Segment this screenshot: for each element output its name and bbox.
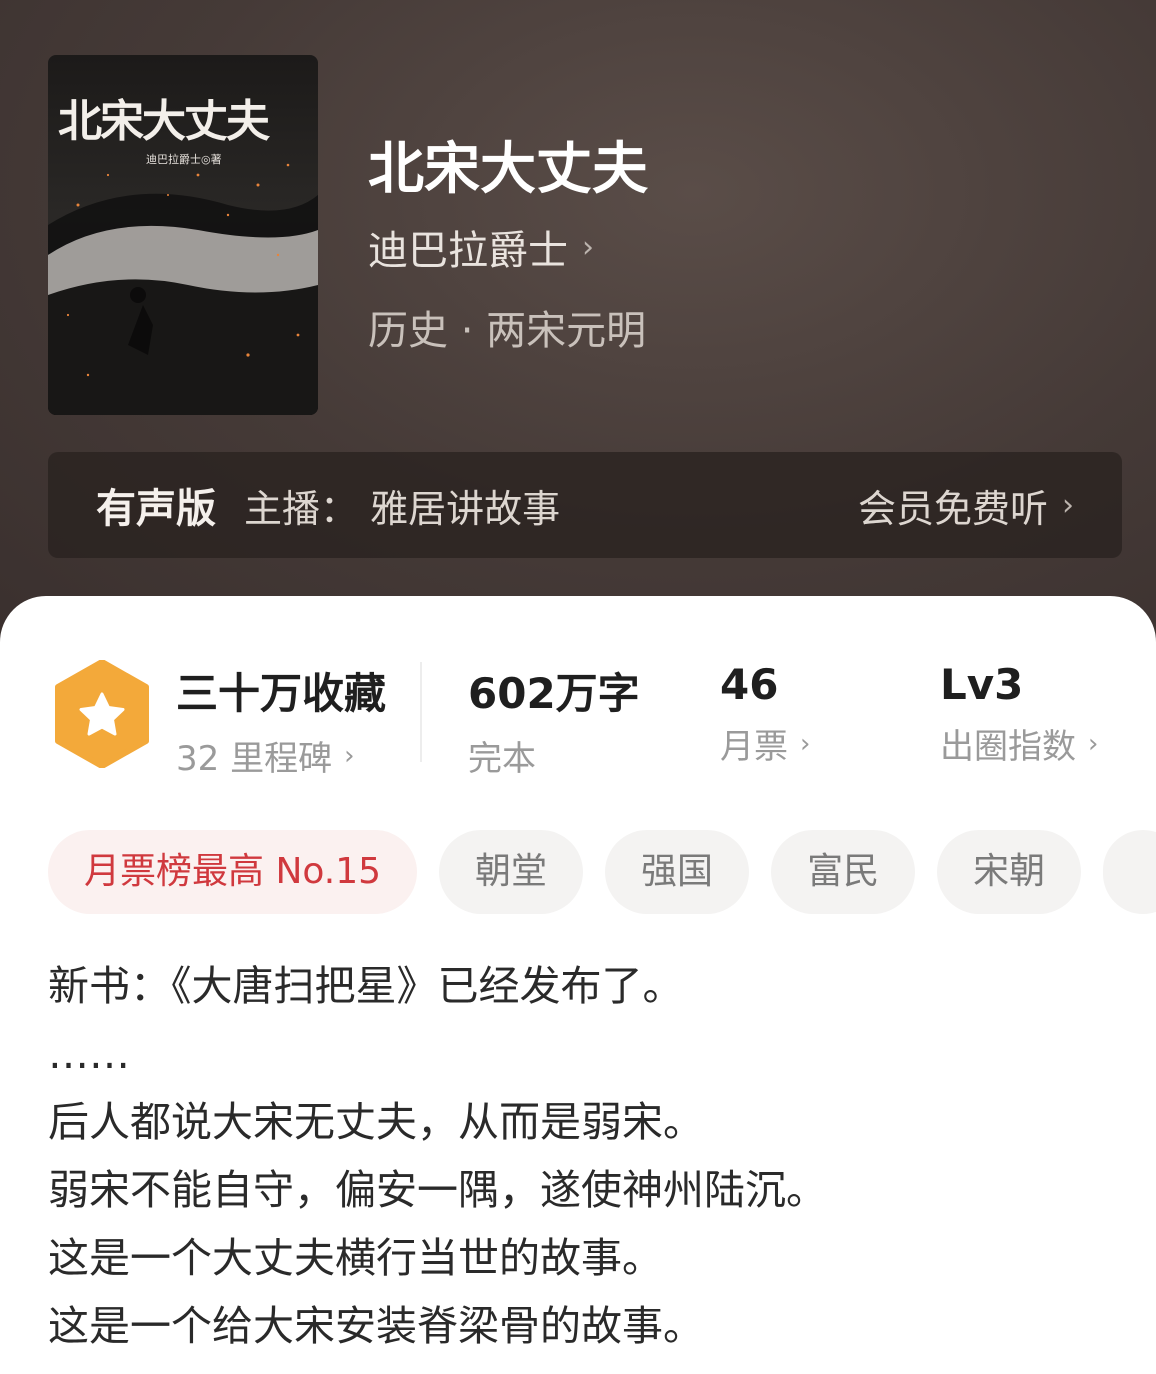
tag-chip[interactable] [1103, 830, 1156, 914]
chevron-right-icon: › [344, 740, 355, 771]
audio-label: 有声版 [96, 486, 216, 532]
member-free-listen-label: 会员免费听 [857, 486, 1048, 531]
monthly-votes-stat[interactable]: 46 月票 › [720, 660, 810, 768]
description-line: 弱宋不能自守，偏安一隅，遂使神州陆沉。 [48, 1166, 827, 1214]
description-line: …… [48, 1030, 130, 1078]
tag-chip[interactable]: 朝堂 [439, 830, 584, 914]
audio-host: 主播： 雅居讲故事 [244, 486, 561, 531]
milestones-label: 32 里程碑 [176, 739, 333, 779]
book-title: 北宋大丈夫 [368, 137, 648, 202]
monthly-votes-count: 46 [720, 660, 779, 709]
tag-list: 月票榜最高 No.15 朝堂 强国 富民 宋朝 [48, 830, 1156, 914]
milestones-link[interactable]: 32 里程碑 › [176, 731, 386, 780]
member-free-listen-button[interactable]: 会员免费听 › [858, 478, 1074, 533]
popularity-index-label: 出圈指数 [940, 727, 1076, 767]
tag-chip[interactable]: 强国 [605, 830, 750, 914]
book-description[interactable]: 新书：《大唐扫把星》已经发布了。 …… 后人都说大宋无丈夫，从而是弱宋。 弱宋不… [48, 952, 1128, 1360]
tag-ranking[interactable]: 月票榜最高 No.15 [48, 830, 418, 914]
monthly-votes-label: 月票 [720, 727, 788, 767]
word-count: 602万字 [468, 669, 640, 718]
author-link[interactable]: 迪巴拉爵士 › [368, 218, 594, 276]
word-count-stat: 602万字 完本 [468, 660, 640, 780]
popularity-index-stat[interactable]: Lv3 出圈指数 › [940, 660, 1098, 768]
cover-title: 北宋大丈夫 [58, 96, 270, 147]
audio-version-bar[interactable]: 有声版 主播： 雅居讲故事 会员免费听 › [48, 452, 1122, 558]
star-hexagon-icon [52, 659, 152, 772]
cover-author: 迪巴拉爵士◎著 [146, 153, 222, 166]
favorites-stat[interactable]: 三十万收藏 32 里程碑 › [176, 660, 386, 780]
book-genre: 历史 · 两宋元明 [368, 308, 647, 354]
tag-chip[interactable]: 宋朝 [937, 830, 1082, 914]
favorites-count: 三十万收藏 [176, 669, 387, 718]
description-line: 这是一个大丈夫横行当世的故事。 [48, 1234, 663, 1282]
stat-divider [420, 662, 422, 762]
popularity-level: Lv3 [940, 660, 1024, 709]
description-line: 新书：《大唐扫把星》已经发布了。 [48, 962, 684, 1010]
book-cover[interactable]: 北宋大丈夫 迪巴拉爵士◎著 [48, 55, 318, 415]
completion-status: 完本 [468, 739, 536, 779]
description-line: 后人都说大宋无丈夫，从而是弱宋。 [48, 1098, 704, 1146]
chevron-right-icon: › [800, 728, 811, 759]
description-line: 这是一个给大宋安装脊梁骨的故事。 [48, 1302, 704, 1350]
tag-chip[interactable]: 富民 [771, 830, 916, 914]
book-header: 北宋大丈夫 迪巴拉爵士◎著 北宋大丈夫 迪巴拉爵士 › 历史 · 两宋元明 有声… [0, 0, 1156, 640]
chevron-right-icon: › [1088, 728, 1099, 759]
chevron-right-icon: › [582, 229, 594, 265]
author-name: 迪巴拉爵士 [368, 228, 568, 274]
chevron-right-icon: › [1062, 487, 1074, 523]
